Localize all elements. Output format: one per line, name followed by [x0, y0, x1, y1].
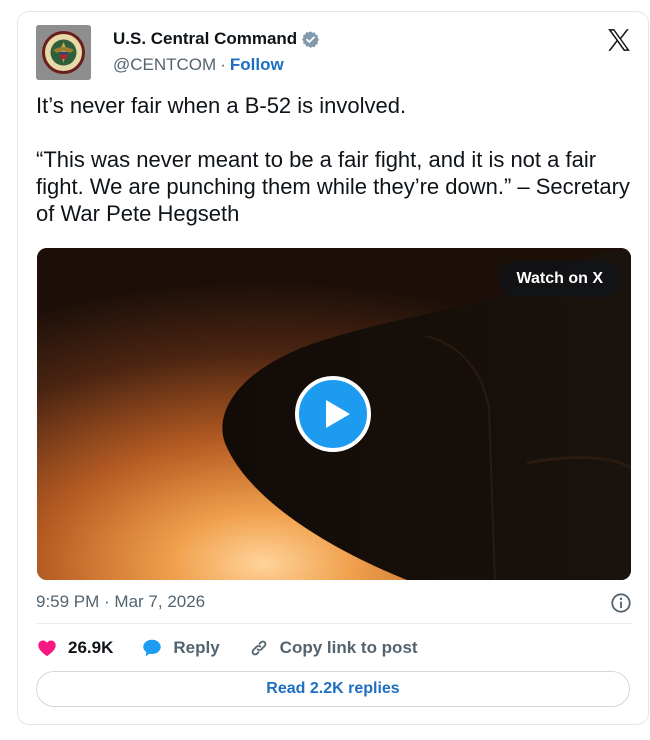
like-button[interactable]: 26.9K: [36, 637, 113, 659]
handle-separator: ·: [220, 55, 226, 74]
play-button[interactable]: [295, 376, 371, 452]
name-row: U.S. Central Command: [113, 29, 320, 49]
copy-link-button[interactable]: Copy link to post: [248, 637, 418, 659]
info-icon[interactable]: [610, 592, 632, 614]
divider: [36, 623, 632, 624]
tweet-line-1: It’s never fair when a B-52 is involved.: [36, 93, 407, 118]
video-player[interactable]: Watch on X: [37, 248, 631, 580]
speech-bubble-icon: [143, 639, 162, 657]
display-name[interactable]: U.S. Central Command: [113, 29, 297, 49]
handle[interactable]: @CENTCOM: [113, 55, 216, 75]
heart-icon: [38, 640, 56, 657]
tweet-line-2: “This was never meant to be a fair fight…: [36, 147, 630, 226]
handle-row: @CENTCOM · Follow: [113, 55, 284, 75]
x-logo-icon[interactable]: [606, 27, 632, 53]
like-count: 26.9K: [68, 638, 114, 657]
action-bar: 26.9K Reply Copy link to post: [36, 636, 446, 660]
play-icon: [326, 400, 350, 428]
read-replies-button[interactable]: Read 2.2K replies: [36, 671, 630, 707]
timestamp[interactable]: 9:59 PM · Mar 7, 2026: [36, 592, 205, 611]
watch-on-x-button[interactable]: Watch on X: [498, 261, 621, 297]
link-icon: [251, 640, 267, 656]
timestamp-row: 9:59 PM · Mar 7, 2026: [36, 592, 632, 616]
reply-label: Reply: [173, 638, 220, 657]
copy-link-label: Copy link to post: [279, 638, 418, 657]
avatar[interactable]: [36, 25, 91, 80]
centcom-seal-icon: [36, 25, 91, 80]
tweet-card: U.S. Central Command @CENTCOM · Follow I…: [17, 11, 649, 725]
tweet-text: It’s never fair when a B-52 is involved.…: [36, 92, 636, 227]
follow-button[interactable]: Follow: [230, 55, 284, 75]
reply-button[interactable]: Reply: [141, 637, 220, 659]
tweet-header: U.S. Central Command @CENTCOM · Follow: [36, 25, 632, 81]
verified-badge-icon: [302, 30, 320, 48]
